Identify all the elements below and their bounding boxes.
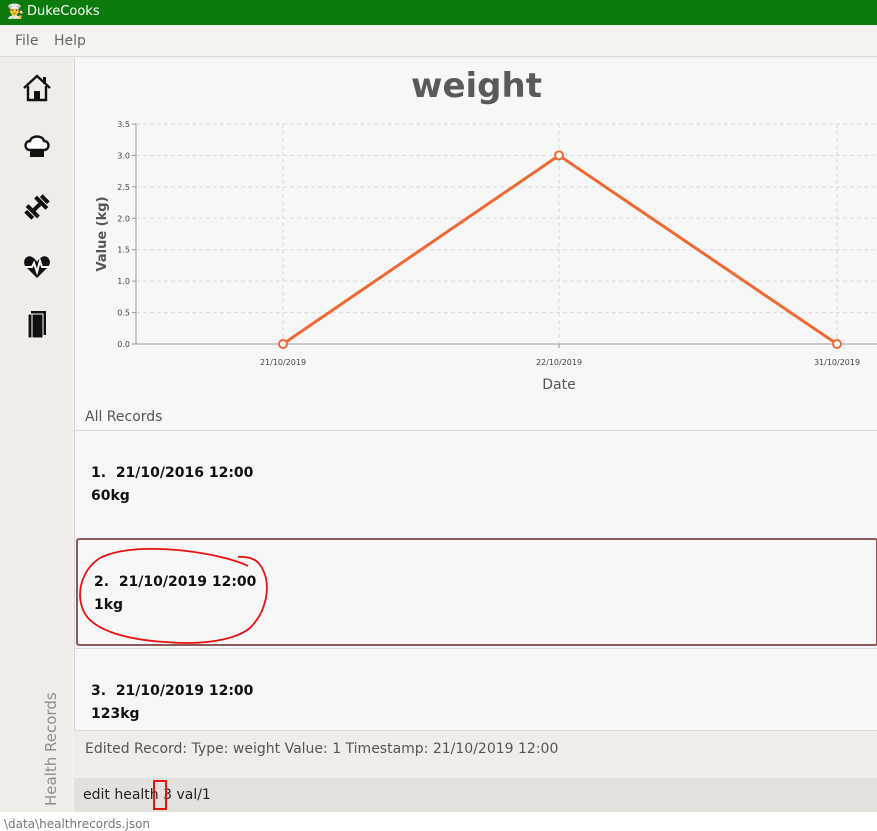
menu-help[interactable]: Help — [54, 33, 86, 49]
x-axis-label: Date — [542, 377, 575, 393]
record-timestamp: 2. 21/10/2019 12:00 — [94, 574, 256, 590]
y-tick-label: 3.0 — [117, 151, 130, 160]
highlight-box-annotation — [153, 780, 167, 810]
y-axis-label: Value (kg) — [95, 196, 110, 271]
chef-hat-icon[interactable] — [20, 129, 54, 163]
record-index: 1. — [91, 465, 107, 481]
menu-bar: File Help — [0, 25, 877, 57]
record-value: 123kg — [91, 706, 140, 722]
data-point — [832, 339, 842, 349]
window-title: DukeCooks — [27, 4, 100, 19]
menu-file[interactable]: File — [15, 33, 38, 49]
y-tick-label: 2.5 — [117, 183, 130, 192]
y-tick-label: 3.5 — [117, 120, 130, 129]
records-header: All Records — [85, 409, 163, 425]
record-card[interactable]: 1. 21/10/2016 12:00 60kg — [75, 430, 877, 537]
data-point — [278, 339, 288, 349]
y-tick-label: 2.0 — [117, 214, 130, 223]
book-icon[interactable] — [20, 308, 54, 342]
y-tick-label: 0.5 — [117, 309, 130, 318]
result-text: Edited Record: Type: weight Value: 1 Tim… — [85, 741, 559, 757]
sidebar — [0, 57, 72, 812]
command-input[interactable] — [74, 778, 877, 812]
record-timestamp: 3. 21/10/2019 12:00 — [91, 683, 253, 699]
heart-pulse-icon[interactable] — [20, 250, 54, 284]
house-icon[interactable] — [20, 71, 54, 105]
main-panel: weight 0.0 0.5 1.0 1.5 2.0 2.5 3.0 3.5 21/10/201… — [74, 58, 877, 779]
record-value: 60kg — [91, 488, 130, 504]
y-tick-label: 1.0 — [117, 277, 130, 286]
record-index: 3. — [91, 683, 107, 699]
dumbbell-icon[interactable] — [20, 190, 54, 224]
record-card[interactable]: 2. 21/10/2019 12:00 1kg — [76, 538, 877, 646]
data-file-path: \data\healthrecords.json — [4, 817, 151, 831]
data-point — [554, 150, 564, 161]
command-box — [74, 778, 877, 812]
chef-app-icon: 👨‍🍳 — [7, 4, 25, 20]
x-tick-label: 21/10/2019 — [260, 358, 306, 367]
record-index: 2. — [94, 574, 110, 590]
section-label: Health Records — [42, 692, 60, 806]
record-timestamp: 1. 21/10/2016 12:00 — [91, 465, 253, 481]
record-date: 21/10/2019 12:00 — [115, 683, 254, 699]
x-tick-label: 22/10/2019 — [536, 358, 582, 367]
record-value: 1kg — [94, 597, 124, 613]
y-tick-label: 1.5 — [117, 246, 130, 255]
status-bar: \data\healthrecords.json — [0, 812, 877, 831]
weight-chart: 0.0 0.5 1.0 1.5 2.0 2.5 3.0 3.5 21/10/2019 22/10/… — [95, 120, 877, 393]
title-bar: 👨‍🍳 DukeCooks — [0, 0, 877, 25]
x-tick-label: 31/10/2019 — [814, 358, 860, 367]
record-date: 21/10/2019 12:00 — [118, 574, 257, 590]
result-display: Edited Record: Type: weight Value: 1 Tim… — [74, 730, 877, 778]
record-date: 21/10/2016 12:00 — [115, 465, 254, 481]
y-tick-label: 0.0 — [117, 340, 130, 349]
